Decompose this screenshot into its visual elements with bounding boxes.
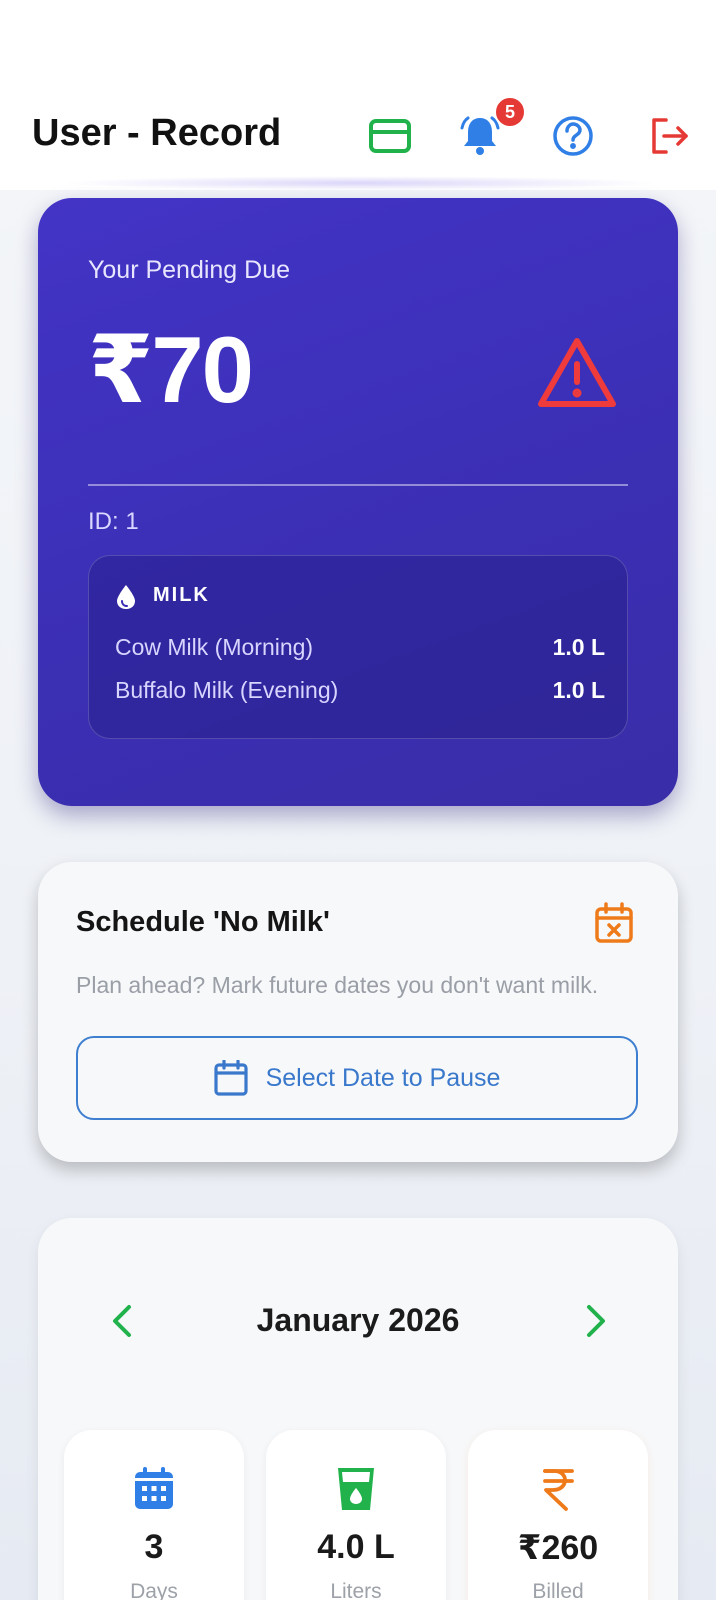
milk-item-name: Buffalo Milk (Evening) xyxy=(115,677,339,703)
pending-due-card: Your Pending Due ₹70 ID: 1 MILK Cow Milk… xyxy=(38,198,678,806)
calendar-icon xyxy=(213,1060,248,1096)
milk-item-qty: 1.0 L xyxy=(552,677,605,703)
calendar-cancel-icon xyxy=(595,902,633,943)
milk-item-qty: 1.0 L xyxy=(552,634,605,660)
stat-days-label: Days xyxy=(130,1580,178,1600)
stat-billed-label: Billed xyxy=(532,1580,584,1600)
monthly-summary-card: January 2026 3 Days 4.0 L Liters ₹260 Bi… xyxy=(38,1218,678,1600)
select-date-to-pause-button[interactable]: Select Date to Pause xyxy=(76,1036,638,1120)
stat-days-value: 3 xyxy=(144,1528,164,1566)
top-bar: User - Record 5 xyxy=(0,0,716,190)
milk-subscription-box: MILK Cow Milk (Morning) 1.0 L Buffalo Mi… xyxy=(88,555,628,739)
stat-liters-value: 4.0 L xyxy=(317,1528,395,1566)
logout-icon[interactable] xyxy=(646,114,690,158)
next-month-button[interactable] xyxy=(576,1296,616,1346)
select-date-to-pause-label: Select Date to Pause xyxy=(265,1063,501,1092)
page-title: User - Record xyxy=(32,112,282,154)
milk-item: Buffalo Milk (Evening) 1.0 L xyxy=(115,677,605,704)
help-icon[interactable] xyxy=(551,114,595,158)
bell-icon[interactable] xyxy=(458,114,502,158)
milk-drop-icon xyxy=(117,585,135,609)
header-shadow xyxy=(60,176,660,190)
schedule-subtitle: Plan ahead? Mark future dates you don't … xyxy=(76,972,599,998)
stat-liters-card: 4.0 L Liters xyxy=(266,1430,446,1600)
user-id: ID: 1 xyxy=(88,508,139,535)
card-icon[interactable] xyxy=(368,114,412,158)
stat-billed-card: ₹260 Billed xyxy=(468,1430,648,1600)
schedule-title: Schedule 'No Milk' xyxy=(76,906,330,938)
warning-icon xyxy=(538,338,616,407)
stat-liters-label: Liters xyxy=(330,1580,382,1600)
glass-icon xyxy=(338,1468,374,1510)
pending-due-label: Your Pending Due xyxy=(88,256,291,284)
notification-badge: 5 xyxy=(494,96,526,128)
stat-billed-value: ₹260 xyxy=(517,1529,599,1567)
milk-item-name: Cow Milk (Morning) xyxy=(115,634,314,660)
chevron-right-icon xyxy=(587,1305,605,1337)
stat-days-card: 3 Days xyxy=(64,1430,244,1600)
calendar-grid-icon xyxy=(135,1467,173,1509)
divider xyxy=(88,484,628,486)
pending-due-amount: ₹70 xyxy=(88,317,254,422)
schedule-no-milk-card: Schedule 'No Milk' Plan ahead? Mark futu… xyxy=(38,862,678,1162)
rupee-icon xyxy=(543,1469,574,1511)
milk-item: Cow Milk (Morning) 1.0 L xyxy=(115,634,605,661)
milk-heading: MILK xyxy=(153,584,210,606)
